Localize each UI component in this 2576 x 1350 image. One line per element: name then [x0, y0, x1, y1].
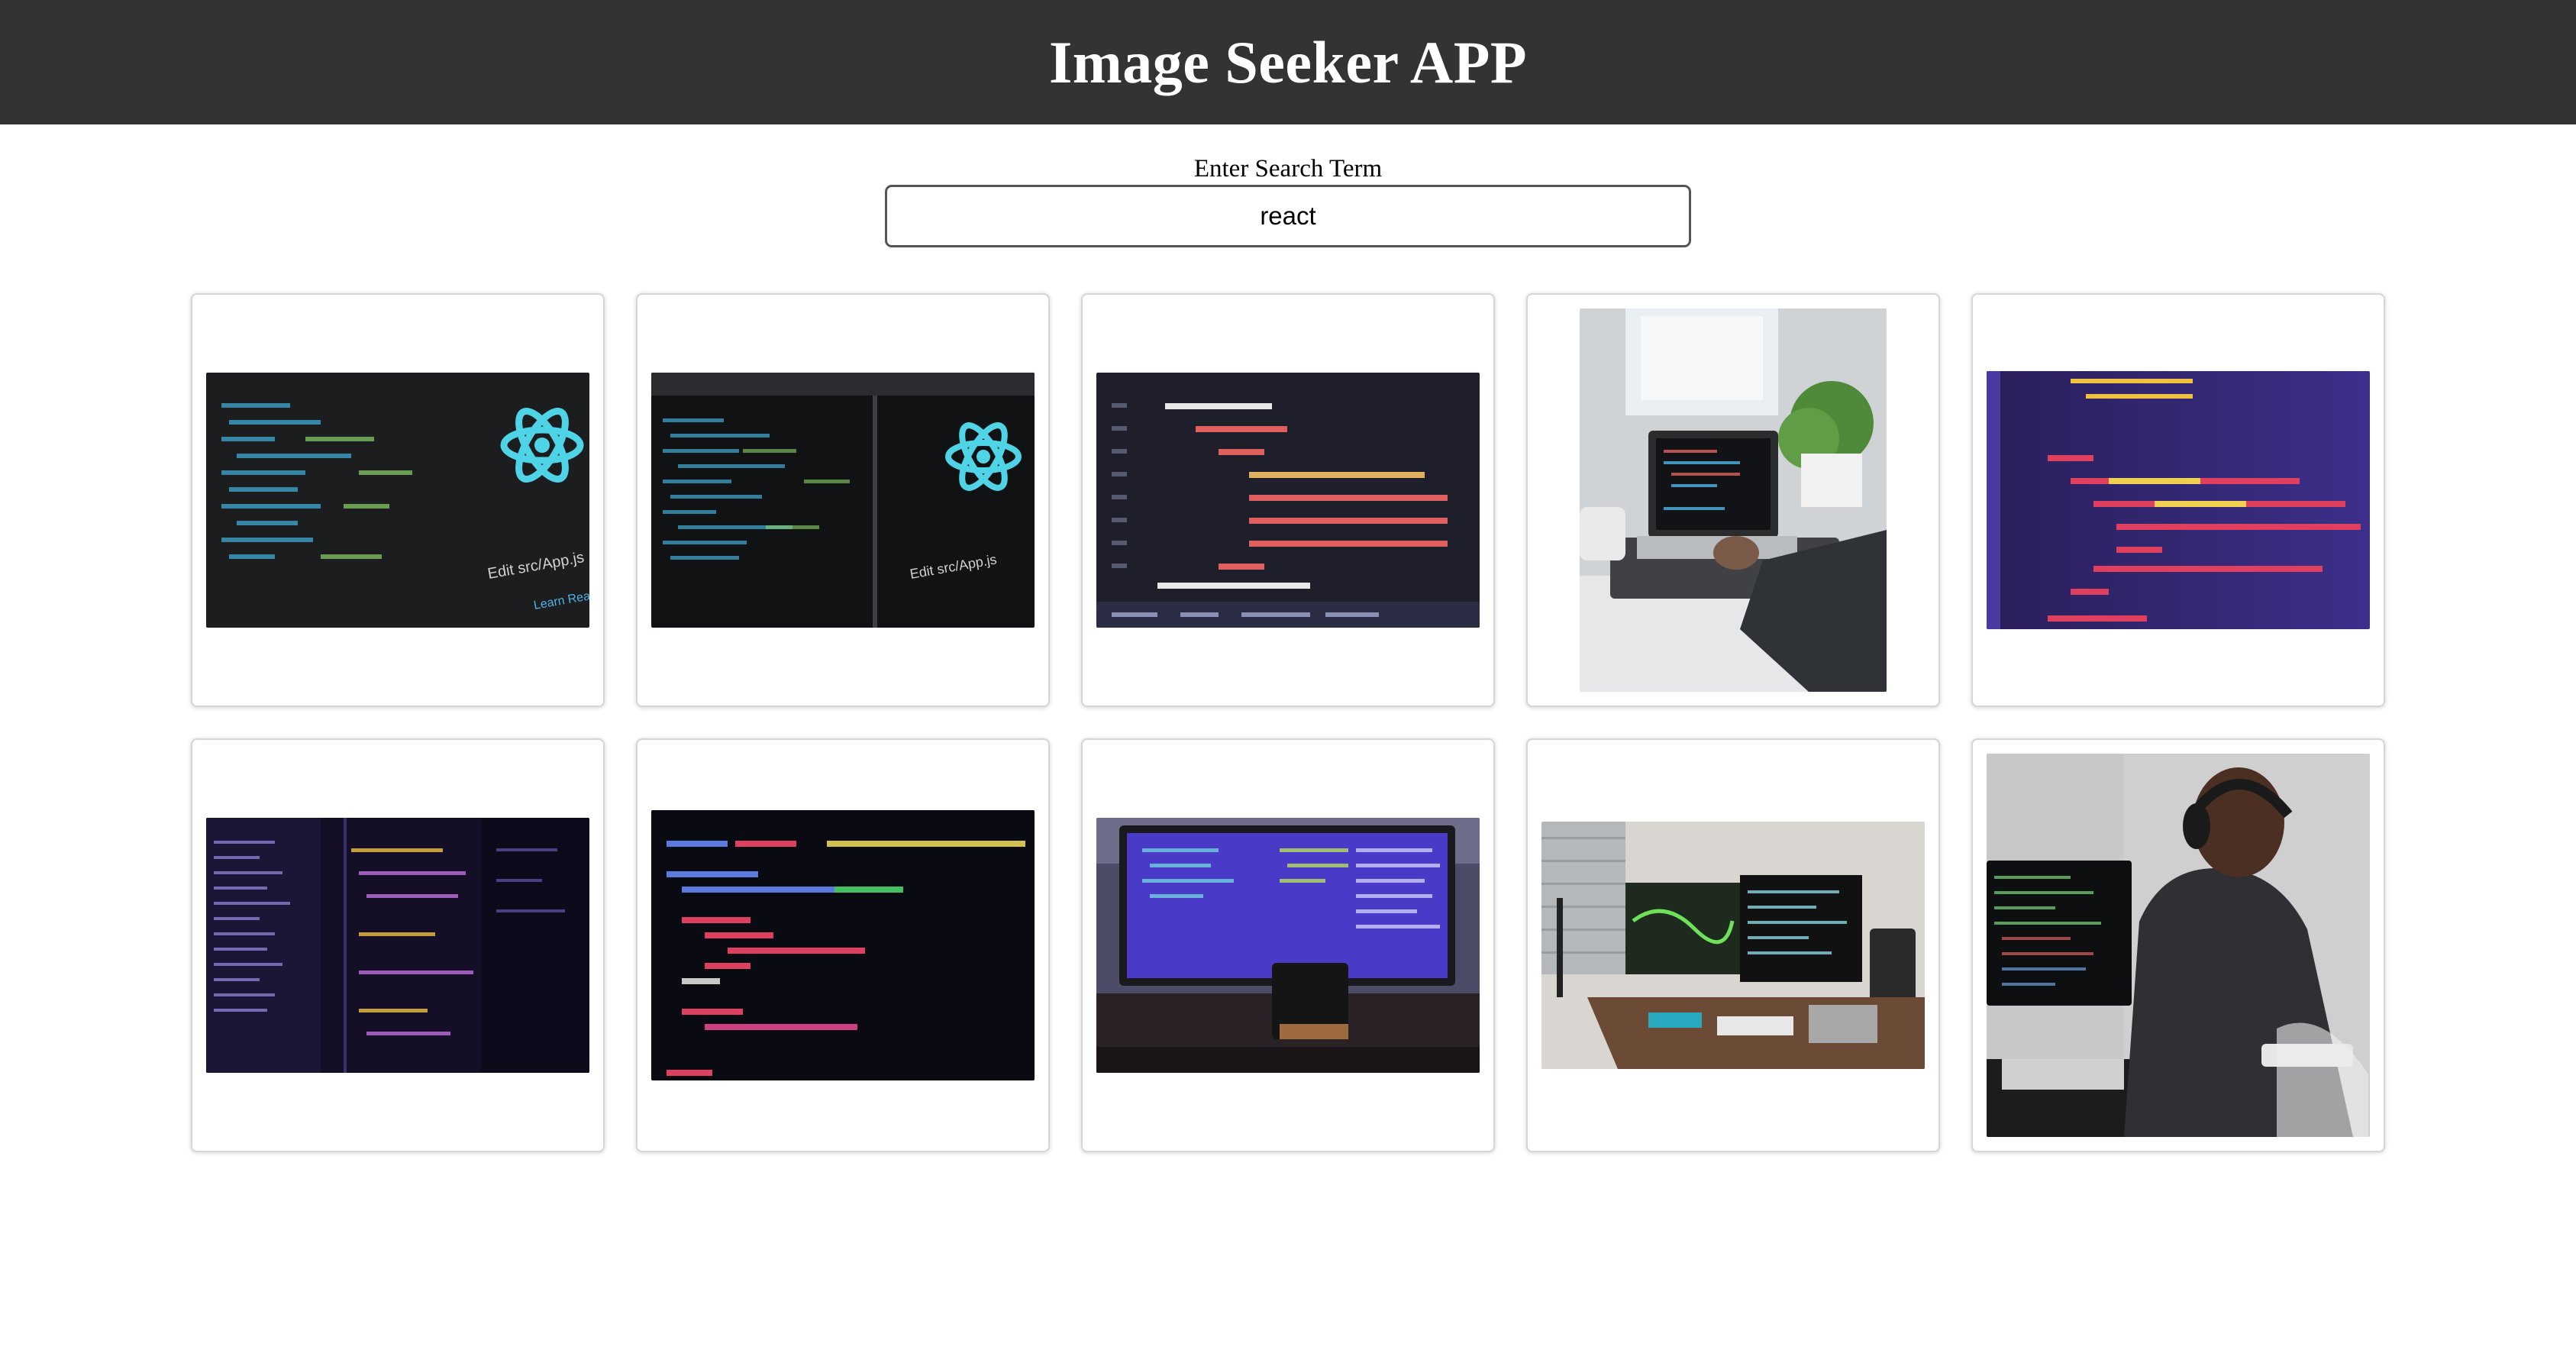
result-image[interactable]: [651, 810, 1035, 1080]
search-form: Enter Search Term: [885, 153, 1691, 247]
image-card[interactable]: Edit src/App.js Learn React: [191, 293, 605, 707]
result-image[interactable]: [1541, 822, 1925, 1069]
image-card[interactable]: [1081, 293, 1495, 707]
image-card[interactable]: [1971, 738, 2385, 1152]
app-header: Image Seeker APP: [0, 0, 2576, 124]
result-image[interactable]: Edit src/App.js: [651, 373, 1035, 628]
search-label: Enter Search Term: [1193, 155, 1383, 182]
app-title: Image Seeker APP: [1048, 28, 1528, 95]
image-card[interactable]: Edit src/App.js: [636, 293, 1050, 707]
result-image[interactable]: [1096, 373, 1480, 628]
result-image[interactable]: Edit src/App.js Learn React: [206, 373, 589, 628]
result-image[interactable]: [1987, 371, 2370, 629]
result-image[interactable]: [206, 818, 589, 1073]
image-card[interactable]: [636, 738, 1050, 1152]
result-image[interactable]: [1096, 818, 1480, 1073]
image-card[interactable]: [1526, 738, 1940, 1152]
image-card[interactable]: [1971, 293, 2385, 707]
image-card[interactable]: [1526, 293, 1940, 707]
result-image[interactable]: [1580, 308, 1887, 692]
search-input[interactable]: [885, 185, 1691, 247]
result-image[interactable]: [1987, 754, 2370, 1137]
image-card[interactable]: [1081, 738, 1495, 1152]
image-results-grid: Edit src/App.js Learn React Edit src/App…: [191, 293, 2385, 1152]
image-card[interactable]: [191, 738, 605, 1152]
